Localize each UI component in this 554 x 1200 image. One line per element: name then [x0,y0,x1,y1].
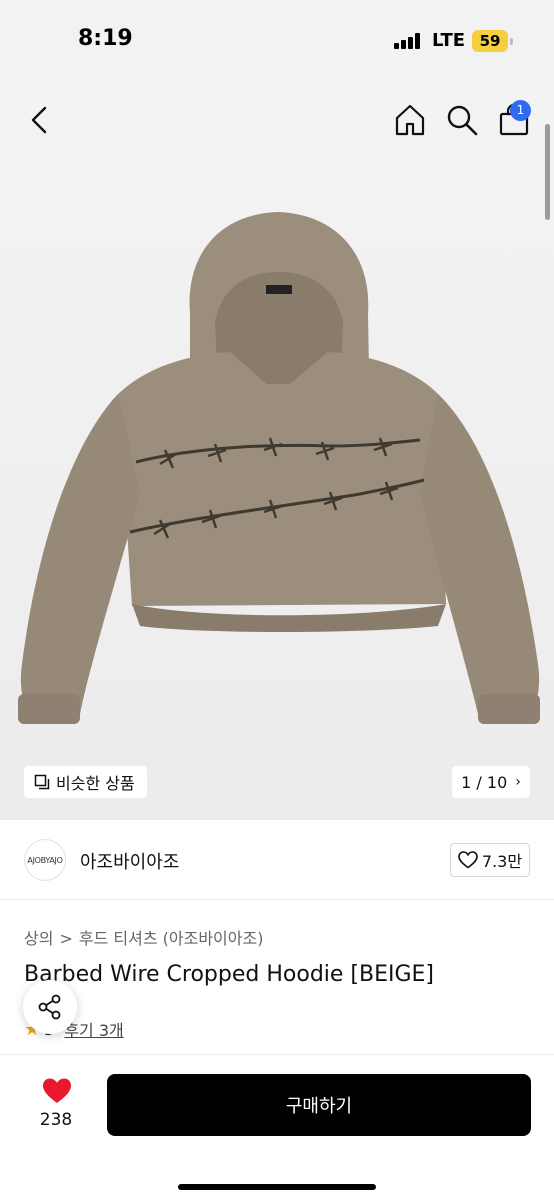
status-bar: 8:19 LTE 59 [0,0,554,84]
image-pager-button[interactable]: 1 / 10 › [452,766,530,798]
heart-filled-icon[interactable] [42,1077,72,1105]
brand-row[interactable]: AJOBYAJO 아조바이아조 7.3만 [0,820,554,900]
battery-cap [510,38,513,45]
network-label: LTE [432,30,466,51]
home-icon[interactable] [392,102,428,138]
copy-icon [34,774,50,790]
brand-name[interactable]: 아조바이아조 [80,848,179,874]
home-indicator [178,1184,376,1190]
signal-icon [394,33,422,49]
breadcrumb: 상의 > 후드 티셔츠 (아조바이아조) [24,925,263,949]
product-title: Barbed Wire Cropped Hoodie [BEIGE] [24,962,435,987]
similar-products-label: 비슷한 상품 [56,774,135,793]
chevron-right-icon: › [515,774,521,790]
share-icon [38,994,61,1020]
bottom-action-bar: 238 구매하기 [0,1054,554,1200]
brand-like-button[interactable]: 7.3만 [450,843,530,877]
status-time: 8:19 [78,26,133,51]
image-pager-label: 1 / 10 [461,772,508,792]
similar-products-button[interactable]: 비슷한 상품 [24,766,147,798]
product-gallery[interactable]: 1 비슷한 상품 1 / 10 › [0,84,554,820]
battery-icon: 59 [472,30,508,52]
brand-like-count: 7.3만 [481,852,523,871]
cart-count-badge: 1 [510,100,531,121]
breadcrumb-item[interactable]: 후드 티셔츠 (아조바이아조) [79,929,264,948]
buy-button[interactable]: 구매하기 [107,1074,531,1136]
share-button[interactable] [23,980,77,1034]
breadcrumb-item[interactable]: 상의 [24,929,53,948]
product-image[interactable] [0,194,554,754]
search-icon[interactable] [444,102,480,138]
breadcrumb-separator: > [59,929,73,948]
heart-outline-icon [458,851,478,869]
back-arrow-icon[interactable] [24,104,56,136]
like-count: 238 [39,1110,73,1130]
brand-logo[interactable]: AJOBYAJO [24,839,66,881]
